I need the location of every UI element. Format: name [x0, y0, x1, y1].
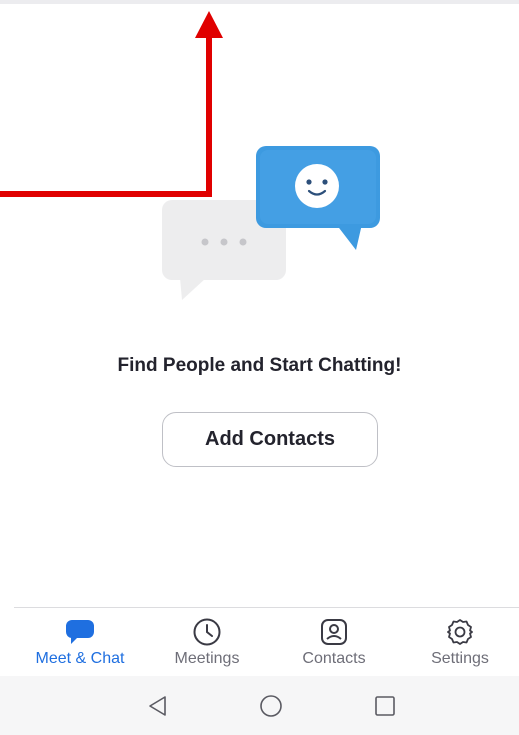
bottom-tab-bar: Meet & Chat Meetings Contacts Settings [14, 607, 519, 675]
empty-state-headline: Find People and Start Chatting! [117, 355, 402, 376]
contact-card-icon [319, 617, 349, 647]
clock-icon [192, 617, 222, 647]
home-button[interactable] [253, 688, 289, 724]
tab-label: Contacts [302, 650, 366, 667]
gear-icon [445, 617, 475, 647]
recents-button[interactable] [367, 688, 403, 724]
tab-contacts[interactable]: Contacts [274, 608, 394, 675]
back-button[interactable] [140, 688, 176, 724]
triangle-back-icon [149, 696, 166, 716]
tab-label: Meetings [174, 650, 240, 667]
tab-settings[interactable]: Settings [400, 608, 519, 675]
system-nav-bar [0, 676, 519, 735]
circle-home-icon [260, 695, 282, 717]
tab-label: Settings [431, 650, 489, 667]
top-bar-edge [0, 0, 519, 4]
chat-illustration [162, 146, 380, 300]
tab-meetings[interactable]: Meetings [147, 608, 267, 675]
add-contacts-button[interactable]: Add Contacts [162, 412, 378, 467]
square-recents-icon [375, 696, 395, 716]
tab-label: Meet & Chat [35, 650, 125, 667]
chat-bubble-icon [65, 617, 95, 647]
tab-meet-and-chat[interactable]: Meet & Chat [20, 608, 140, 675]
